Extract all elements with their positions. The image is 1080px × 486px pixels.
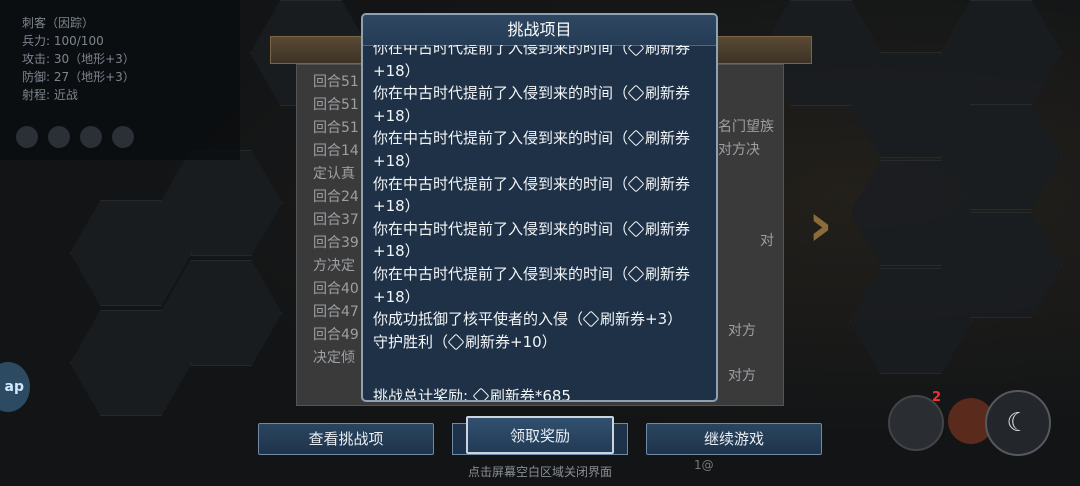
entry-text: 你成功抵御了核平使者的入侵（ bbox=[373, 310, 584, 329]
log-fragment: 名门望族 bbox=[718, 119, 774, 135]
ticket-icon bbox=[627, 220, 645, 238]
log-line: 定认真 bbox=[313, 166, 355, 182]
sleep-moon-icon[interactable]: ☾ bbox=[985, 390, 1051, 456]
continue-game-button[interactable]: 继续游戏 bbox=[646, 423, 822, 455]
challenge-entry: 你在中古时代提前了入侵到来的时间（ 刷新券+18） bbox=[373, 127, 710, 172]
claim-reward-button[interactable]: 领取奖励 bbox=[466, 416, 614, 454]
ticket-icon bbox=[582, 310, 600, 328]
ticket-icon bbox=[627, 175, 645, 193]
log-line: 回合40 bbox=[313, 281, 359, 297]
entry-reward: 刷新券+10） bbox=[465, 332, 557, 351]
entry-text: 你在中古时代提前了入侵到来的时间（ bbox=[373, 174, 629, 193]
challenge-entry: 你在中古时代提前了入侵到来的时间（ 刷新券+18） bbox=[373, 173, 710, 218]
entry-text: 你在中古时代提前了入侵到来的时间（ bbox=[373, 129, 629, 148]
log-line: 回合47 bbox=[313, 304, 359, 320]
entry-text: 守护胜利（ bbox=[373, 332, 449, 351]
log-line: 回合24 bbox=[313, 189, 359, 205]
challenge-modal: 挑战项目 你在中古时代提前了入侵到来的时间（ 刷新券+18） 你在中古时代提前了入… bbox=[361, 13, 718, 402]
challenge-entry: 你在中古时代提前了入侵到来的时间（ 刷新券+18） bbox=[373, 82, 710, 127]
log-line: 回合39 bbox=[313, 235, 359, 251]
total-label: 挑战总计奖励: bbox=[373, 387, 473, 400]
total-value: 刷新券*685 bbox=[489, 387, 571, 400]
modal-title: 挑战项目 bbox=[363, 15, 716, 46]
challenge-entry: 你成功抵御了核平使者的入侵（ 刷新券+3） bbox=[373, 308, 710, 331]
ticket-icon bbox=[447, 333, 465, 351]
ticket-icon bbox=[472, 387, 490, 400]
log-line: 回合51 bbox=[313, 120, 359, 136]
battle-log-lines: 回合51 回合51 回合51 回合14 定认真 回合24 回合37 回合39 方… bbox=[313, 71, 359, 393]
entry-text: 你在中古时代提前了入侵到来的时间（ bbox=[373, 45, 629, 57]
entry-text: 你在中古时代提前了入侵到来的时间（ bbox=[373, 219, 629, 238]
ticket-icon bbox=[627, 45, 645, 57]
challenge-entry: 你在中古时代提前了入侵到来的时间（ 刷新券+18） bbox=[373, 218, 710, 263]
skill-icon bbox=[16, 126, 38, 148]
log-fragment: 对方 bbox=[728, 323, 756, 339]
chevron-right-icon[interactable]: › bbox=[808, 190, 833, 260]
log-line: 决定倾 bbox=[313, 350, 355, 366]
ticket-icon bbox=[627, 129, 645, 147]
challenge-list[interactable]: 你在中古时代提前了入侵到来的时间（ 刷新券+18） 你在中古时代提前了入侵到来的时… bbox=[373, 45, 710, 400]
challenge-entry: 守护胜利（ 刷新券+10） bbox=[373, 331, 710, 354]
log-fragment: 对 bbox=[760, 233, 774, 249]
unit-name: 刺客（因踪） bbox=[22, 16, 95, 30]
entry-text: 你在中古时代提前了入侵到来的时间（ bbox=[373, 264, 629, 283]
skill-icon bbox=[112, 126, 134, 148]
unit-info-panel: 刺客（因踪） 兵力: 100/100 攻击: 30（地形+3） 防御: 27（地… bbox=[0, 0, 240, 160]
log-line: 方决定 bbox=[313, 258, 355, 274]
unit-stat: 射程: 近战 bbox=[22, 88, 78, 102]
log-fragment: 对方决 bbox=[718, 142, 760, 158]
log-line: 回合49 bbox=[313, 327, 359, 343]
unit-skill-icons bbox=[16, 126, 134, 148]
close-hint: 点击屏幕空白区域关闭界面 bbox=[467, 465, 612, 479]
challenge-entry: 你在中古时代提前了入侵到来的时间（ 刷新券+18） bbox=[373, 45, 710, 82]
unit-stat: 兵力: 100/100 bbox=[22, 34, 104, 48]
log-line: 回合51 bbox=[313, 97, 359, 113]
log-line: 回合14 bbox=[313, 143, 359, 159]
unit-stat: 攻击: 30（地形+3） bbox=[22, 52, 135, 66]
view-challenges-button[interactable]: 查看挑战项 bbox=[258, 423, 434, 455]
log-fragment: 对方 bbox=[728, 368, 756, 384]
log-line: 回合51 bbox=[313, 74, 359, 90]
skill-icon bbox=[80, 126, 102, 148]
log-line: 回合37 bbox=[313, 212, 359, 228]
entry-reward: 刷新券+3） bbox=[600, 310, 683, 329]
total-reward: 挑战总计奖励: 刷新券*685 bbox=[373, 385, 571, 400]
ticket-icon bbox=[627, 84, 645, 102]
ticket-icon bbox=[627, 265, 645, 283]
notification-badge: 2 bbox=[932, 390, 942, 405]
skill-icon bbox=[48, 126, 70, 148]
entry-text: 你在中古时代提前了入侵到来的时间（ bbox=[373, 84, 629, 103]
challenge-entry: 你在中古时代提前了入侵到来的时间（ 刷新券+18） bbox=[373, 263, 710, 308]
unit-stat: 防御: 27（地形+3） bbox=[22, 70, 135, 84]
